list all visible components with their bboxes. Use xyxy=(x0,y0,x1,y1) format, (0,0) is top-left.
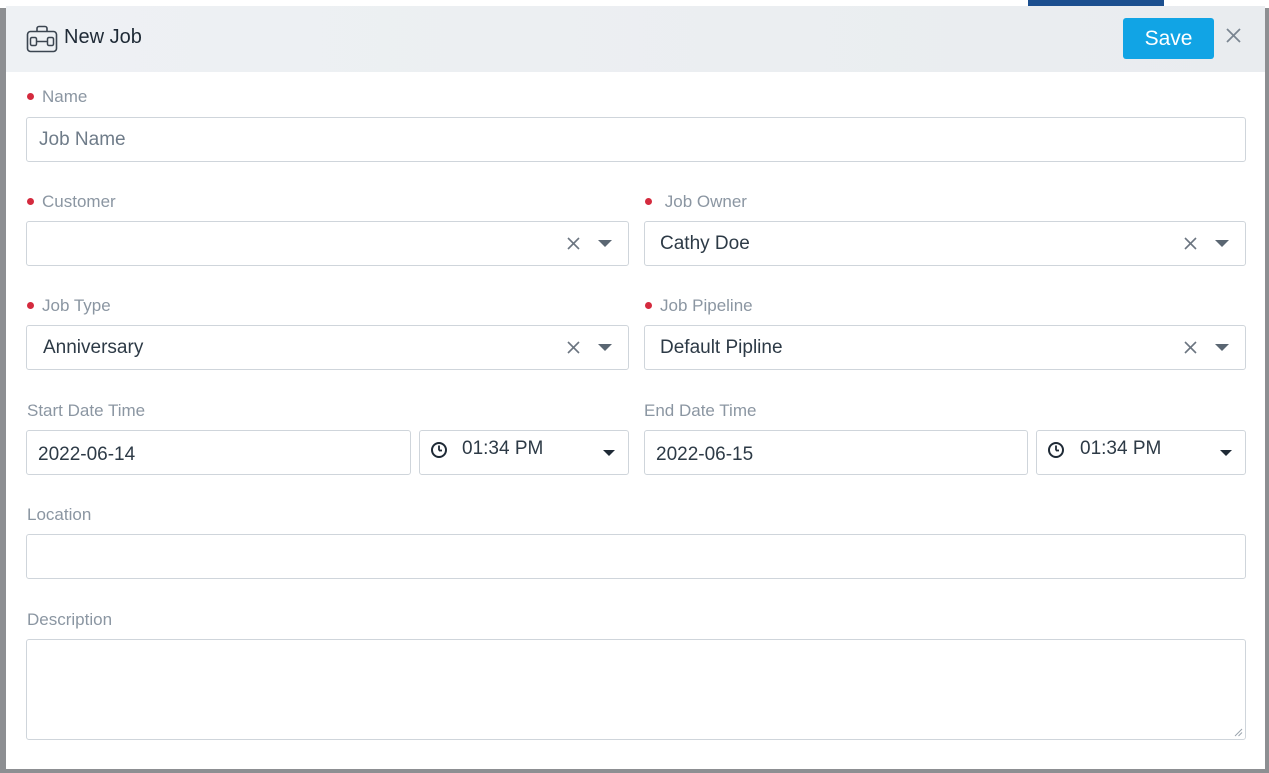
modal-header: New Job Save xyxy=(6,6,1265,72)
job-pipeline-label: Job Pipeline xyxy=(645,296,753,316)
job-type-select[interactable]: Anniversary xyxy=(26,325,629,370)
chevron-down-icon[interactable] xyxy=(1215,240,1229,247)
clear-icon[interactable] xyxy=(1184,237,1197,250)
customer-label: Customer xyxy=(27,192,116,212)
job-owner-label-text: Job Owner xyxy=(664,192,747,211)
name-label: Name xyxy=(27,87,87,107)
clear-icon[interactable] xyxy=(567,237,580,250)
description-textarea[interactable] xyxy=(26,639,1246,740)
job-pipeline-label-text: Job Pipeline xyxy=(660,296,753,315)
clear-icon[interactable] xyxy=(1184,341,1197,354)
required-indicator xyxy=(27,93,34,100)
job-type-label: Job Type xyxy=(27,296,111,316)
location-label: Location xyxy=(27,505,92,524)
modal-title: New Job xyxy=(64,26,142,48)
briefcase-icon xyxy=(26,25,58,53)
description-label: Description xyxy=(27,610,113,629)
chevron-down-icon[interactable] xyxy=(1215,344,1229,351)
end-date-input[interactable]: 2022-06-15 xyxy=(644,430,1028,475)
customer-label-text: Customer xyxy=(42,192,116,211)
job-pipeline-select[interactable]: Default Pipline xyxy=(644,325,1246,370)
start-date-value: 2022-06-14 xyxy=(38,444,136,465)
chevron-down-icon[interactable] xyxy=(603,450,615,456)
job-type-label-text: Job Type xyxy=(42,296,111,315)
end-date-value: 2022-06-15 xyxy=(656,444,754,465)
close-icon[interactable] xyxy=(1224,26,1244,46)
end-time-select[interactable]: 01:34 PM xyxy=(1036,430,1246,475)
job-type-value: Anniversary xyxy=(43,337,144,358)
start-time-value: 01:34 PM xyxy=(462,438,544,459)
clock-icon xyxy=(1048,442,1064,458)
job-owner-select[interactable]: Cathy Doe xyxy=(644,221,1246,266)
location-input[interactable] xyxy=(26,534,1246,579)
job-owner-label: Job Owner xyxy=(645,192,747,212)
required-indicator xyxy=(645,198,652,205)
resize-grip-icon[interactable] xyxy=(1233,727,1243,737)
name-input[interactable]: Job Name xyxy=(26,117,1246,162)
chevron-down-icon[interactable] xyxy=(1220,450,1232,456)
job-owner-value: Cathy Doe xyxy=(660,233,750,254)
start-time-select[interactable]: 01:34 PM xyxy=(419,430,629,475)
chevron-down-icon[interactable] xyxy=(598,240,612,247)
required-indicator xyxy=(645,302,652,309)
start-date-input[interactable]: 2022-06-14 xyxy=(26,430,411,475)
chevron-down-icon[interactable] xyxy=(598,344,612,351)
required-indicator xyxy=(27,198,34,205)
save-button[interactable]: Save xyxy=(1123,18,1214,59)
new-job-modal: New Job Save Name Job Name Customer Job … xyxy=(6,6,1265,769)
name-label-text: Name xyxy=(42,87,88,106)
job-pipeline-value: Default Pipline xyxy=(660,337,783,358)
customer-select[interactable] xyxy=(26,221,629,266)
clock-icon xyxy=(431,442,447,458)
start-datetime-label: Start Date Time xyxy=(27,401,146,420)
required-indicator xyxy=(27,302,34,309)
end-time-value: 01:34 PM xyxy=(1080,438,1162,459)
name-placeholder: Job Name xyxy=(39,129,126,150)
clear-icon[interactable] xyxy=(567,341,580,354)
end-datetime-label: End Date Time xyxy=(644,401,757,420)
